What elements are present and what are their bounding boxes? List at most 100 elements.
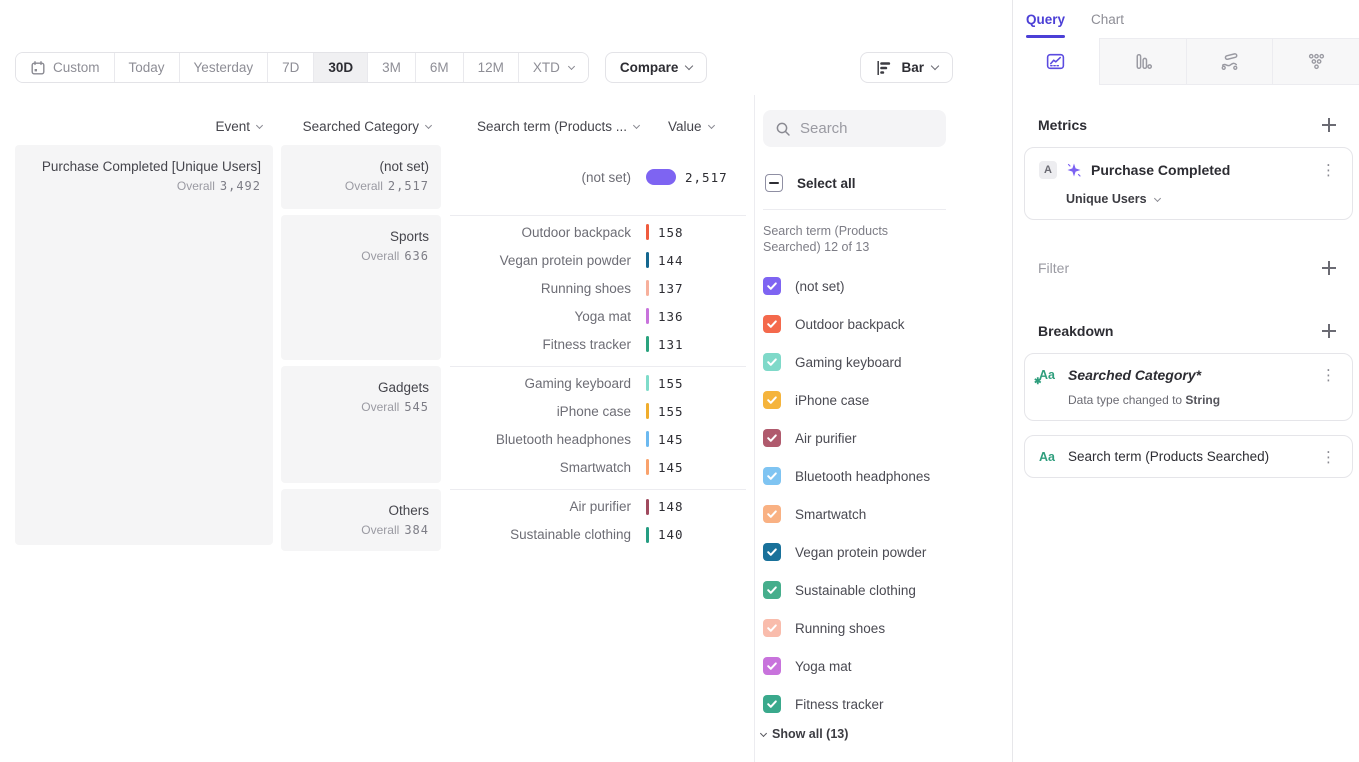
legend-item-label: Bluetooth headphones bbox=[795, 469, 930, 484]
value-bar bbox=[646, 280, 649, 296]
metric-name: Purchase Completed bbox=[1091, 162, 1308, 178]
term-row[interactable]: Vegan protein powder144 bbox=[450, 246, 746, 274]
add-metric-button[interactable] bbox=[1321, 117, 1337, 133]
term-value: 137 bbox=[658, 281, 684, 296]
select-all-row[interactable]: Select all bbox=[765, 174, 1012, 192]
term-row[interactable]: Gaming keyboard155 bbox=[450, 369, 746, 397]
column-header-value[interactable]: Value bbox=[668, 119, 714, 134]
category-group: GadgetsOverall545Gaming keyboard155iPhon… bbox=[281, 366, 746, 483]
term-row[interactable]: Outdoor backpack158 bbox=[450, 218, 746, 246]
date-range-3m[interactable]: 3M bbox=[368, 53, 416, 82]
legend-item[interactable]: Vegan protein powder bbox=[755, 533, 1012, 571]
date-range-12m[interactable]: 12M bbox=[464, 53, 519, 82]
term-row[interactable]: (not set)2,517 bbox=[450, 163, 746, 191]
date-range-today[interactable]: Today bbox=[115, 53, 180, 82]
term-label: iPhone case bbox=[450, 404, 631, 419]
legend-checkbox[interactable] bbox=[763, 391, 781, 409]
legend-checkbox[interactable] bbox=[763, 353, 781, 371]
date-range-yesterday[interactable]: Yesterday bbox=[180, 53, 269, 82]
term-row[interactable]: Bluetooth headphones145 bbox=[450, 425, 746, 453]
tab-insights[interactable] bbox=[1013, 38, 1099, 85]
add-filter-button[interactable] bbox=[1321, 260, 1337, 276]
legend-search-input[interactable] bbox=[800, 120, 930, 137]
category-cell[interactable]: OthersOverall384 bbox=[281, 489, 441, 551]
chevron-down-icon bbox=[1154, 194, 1161, 201]
check-icon bbox=[766, 470, 778, 482]
legend-search[interactable] bbox=[763, 110, 946, 147]
column-header-event[interactable]: Event bbox=[15, 119, 262, 134]
legend-checkbox[interactable] bbox=[763, 543, 781, 561]
term-rows: (not set)2,517 bbox=[450, 145, 746, 209]
legend-checkbox[interactable] bbox=[763, 315, 781, 333]
category-cell[interactable]: SportsOverall636 bbox=[281, 215, 441, 360]
legend-item[interactable]: Smartwatch bbox=[755, 495, 1012, 533]
breakdown-note: Data type changed to String bbox=[1068, 393, 1340, 407]
legend-checkbox[interactable] bbox=[763, 619, 781, 637]
legend-checkbox[interactable] bbox=[763, 429, 781, 447]
category-name: Others bbox=[293, 503, 429, 518]
breakdown-card[interactable]: Aa✱ Searched Category* ⋮ Data type chang… bbox=[1024, 353, 1353, 421]
select-all-checkbox[interactable] bbox=[765, 174, 783, 192]
value-bar bbox=[646, 169, 676, 185]
chart-type-button[interactable]: Bar bbox=[860, 52, 953, 83]
string-property-icon: Aa bbox=[1039, 450, 1059, 464]
legend-item[interactable]: Air purifier bbox=[755, 419, 1012, 457]
category-cell[interactable]: GadgetsOverall545 bbox=[281, 366, 441, 483]
legend-item[interactable]: Outdoor backpack bbox=[755, 305, 1012, 343]
category-name: Sports bbox=[293, 229, 429, 244]
breakdown-menu-button[interactable]: ⋮ bbox=[1317, 452, 1340, 462]
compare-button[interactable]: Compare bbox=[605, 52, 708, 83]
vertical-bars-icon bbox=[1132, 51, 1153, 72]
metric-aggregation-selector[interactable]: Unique Users bbox=[1066, 192, 1340, 206]
term-row[interactable]: Running shoes137 bbox=[450, 274, 746, 302]
legend-item[interactable]: Fitness tracker bbox=[755, 685, 1012, 723]
term-row[interactable]: Sustainable clothing140 bbox=[450, 521, 746, 549]
term-row[interactable]: Yoga mat136 bbox=[450, 302, 746, 330]
category-cell[interactable]: (not set)Overall2,517 bbox=[281, 145, 441, 209]
legend-item[interactable]: iPhone case bbox=[755, 381, 1012, 419]
chevron-down-icon bbox=[633, 121, 640, 128]
tab-funnels[interactable] bbox=[1099, 38, 1186, 85]
tab-retention[interactable] bbox=[1272, 38, 1359, 85]
breakdown-card[interactable]: Aa Search term (Products Searched) ⋮ bbox=[1024, 435, 1353, 478]
legend-item[interactable]: Gaming keyboard bbox=[755, 343, 1012, 381]
date-range-7d[interactable]: 7D bbox=[268, 53, 314, 82]
chart-type-label: Bar bbox=[901, 60, 924, 75]
tab-query[interactable]: Query bbox=[1026, 0, 1065, 38]
legend-item[interactable]: Yoga mat bbox=[755, 647, 1012, 685]
metric-menu-button[interactable]: ⋮ bbox=[1317, 165, 1340, 175]
date-range-custom[interactable]: Custom bbox=[16, 53, 115, 82]
legend-item[interactable]: (not set) bbox=[755, 267, 1012, 305]
check-icon bbox=[766, 356, 778, 368]
date-range-30d[interactable]: 30D bbox=[314, 53, 368, 82]
event-cell[interactable]: Purchase Completed [Unique Users] Overal… bbox=[15, 145, 273, 545]
check-icon bbox=[766, 584, 778, 596]
legend-checkbox[interactable] bbox=[763, 277, 781, 295]
term-row[interactable]: iPhone case155 bbox=[450, 397, 746, 425]
term-row[interactable]: Smartwatch145 bbox=[450, 453, 746, 481]
tab-chart[interactable]: Chart bbox=[1091, 0, 1124, 38]
legend-checkbox[interactable] bbox=[763, 505, 781, 523]
column-header-term[interactable]: Search term (Products ... bbox=[431, 119, 639, 134]
legend-checkbox[interactable] bbox=[763, 467, 781, 485]
metric-card[interactable]: A Purchase Completed ⋮ Unique Users bbox=[1024, 147, 1353, 220]
category-group: OthersOverall384 Air purifier148Sustainab… bbox=[281, 489, 746, 551]
legend-item[interactable]: Bluetooth headphones bbox=[755, 457, 1012, 495]
date-range-6m[interactable]: 6M bbox=[416, 53, 464, 82]
breakdown-menu-button[interactable]: ⋮ bbox=[1317, 370, 1340, 380]
date-range-xtd[interactable]: XTD bbox=[519, 53, 588, 82]
show-all-button[interactable]: Show all (13) bbox=[761, 727, 1012, 741]
legend-item[interactable]: Running shoes bbox=[755, 609, 1012, 647]
add-breakdown-button[interactable] bbox=[1321, 323, 1337, 339]
check-icon bbox=[766, 508, 778, 520]
report-type-tabs bbox=[1013, 38, 1359, 85]
term-row[interactable]: Air purifier148 bbox=[450, 493, 746, 521]
legend-checkbox[interactable] bbox=[763, 581, 781, 599]
column-header-category[interactable]: Searched Category bbox=[262, 119, 431, 134]
legend-checkbox[interactable] bbox=[763, 657, 781, 675]
term-row[interactable]: Fitness tracker131 bbox=[450, 330, 746, 358]
legend-item[interactable]: Sustainable clothing bbox=[755, 571, 1012, 609]
tab-flows[interactable] bbox=[1186, 38, 1273, 85]
legend-checkbox[interactable] bbox=[763, 695, 781, 713]
horizontal-bar-chart-icon bbox=[875, 59, 893, 77]
